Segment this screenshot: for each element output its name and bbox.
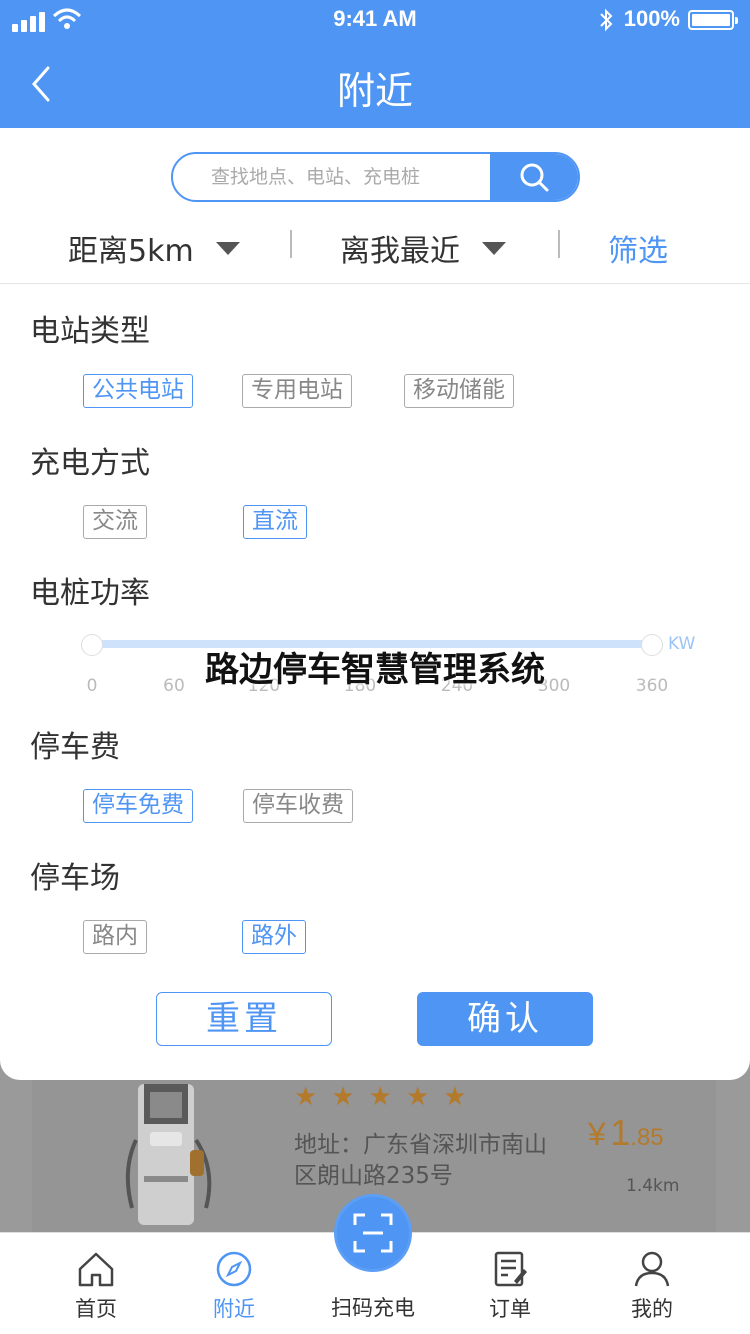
- price-decimal: .85: [630, 1124, 664, 1151]
- battery-icon: [688, 10, 738, 30]
- divider: [290, 230, 292, 258]
- caret-down-icon: [215, 241, 240, 255]
- search-input[interactable]: 查找地点、电站、充电桩: [173, 154, 492, 200]
- station-price: ¥ 1.85: [588, 1112, 664, 1154]
- tab-home[interactable]: 首页: [41, 1233, 151, 1334]
- chip-public-station[interactable]: 公共电站: [83, 374, 193, 408]
- tab-orders[interactable]: 订单: [455, 1233, 565, 1334]
- filter-button[interactable]: 筛选: [608, 226, 668, 270]
- tab-home-label: 首页: [75, 1297, 117, 1321]
- tab-nearby-label: 附近: [213, 1297, 255, 1321]
- star-icon: ★: [294, 1082, 318, 1112]
- parking-lot-title: 停车场: [30, 861, 120, 896]
- chip-paid-parking[interactable]: 停车收费: [243, 789, 353, 823]
- star-icon: ★: [405, 1082, 430, 1112]
- parking-fee-title: 停车费: [30, 730, 120, 765]
- rating-stars: ★ ★ ★ ★ ★: [294, 1082, 467, 1112]
- charge-mode-title: 充电方式: [30, 446, 150, 481]
- star-icon: ★: [443, 1082, 467, 1112]
- scan-icon: [353, 1213, 393, 1253]
- tab-nearby[interactable]: 附近: [179, 1233, 289, 1334]
- station-distance: 1.4km: [626, 1176, 680, 1196]
- tab-mine[interactable]: 我的: [597, 1233, 707, 1334]
- watermark-text: 路边停车智慧管理系统: [205, 650, 545, 690]
- charger-image: [125, 1084, 212, 1225]
- tab-orders-label: 订单: [489, 1297, 531, 1321]
- order-label: 离我最近: [340, 234, 460, 269]
- price-currency: ¥: [588, 1116, 606, 1152]
- bluetooth-icon: [600, 8, 613, 32]
- distance-dropdown[interactable]: 距离5km: [68, 226, 240, 270]
- tab-scan-label: 扫码充电: [331, 1296, 415, 1320]
- chip-on-street[interactable]: 路内: [83, 920, 147, 954]
- station-address: 地址：广东省深圳市南山区朗山路235号: [294, 1132, 547, 1189]
- status-bar: 9:41 AM 100%: [0, 0, 750, 40]
- chip-ac[interactable]: 交流: [83, 505, 147, 539]
- star-icon: ★: [331, 1082, 355, 1112]
- reset-button[interactable]: 重置: [156, 992, 332, 1046]
- top-header: 9:41 AM 100% 附近: [0, 0, 750, 128]
- chip-off-street[interactable]: 路外: [242, 920, 306, 954]
- power-title: 电桩功率: [30, 576, 150, 611]
- user-icon: [634, 1251, 670, 1287]
- scan-charge-button[interactable]: [334, 1194, 412, 1272]
- search-bar: 查找地点、电站、充电桩: [171, 152, 580, 202]
- order-dropdown[interactable]: 离我最近: [340, 226, 506, 270]
- price-integer: 1: [610, 1112, 631, 1153]
- compass-icon: [216, 1251, 252, 1287]
- station-type-title: 电站类型: [30, 314, 150, 349]
- battery-percent: 100%: [623, 6, 680, 31]
- order-icon: [494, 1251, 527, 1287]
- chip-mobile-storage[interactable]: 移动储能: [404, 374, 514, 408]
- home-icon: [78, 1252, 114, 1287]
- page-title: 附近: [336, 69, 413, 113]
- chip-dc[interactable]: 直流: [243, 505, 307, 539]
- confirm-button[interactable]: 确认: [417, 992, 593, 1046]
- chip-free-parking[interactable]: 停车免费: [83, 789, 193, 823]
- divider: [558, 230, 560, 258]
- search-button[interactable]: [490, 154, 578, 200]
- tab-mine-label: 我的: [631, 1297, 673, 1321]
- distance-label: 距离5km: [68, 234, 194, 269]
- search-icon: [520, 163, 549, 192]
- search-sort-area: 查找地点、电站、充电桩 距离5km 离我最近 筛选: [0, 128, 750, 284]
- chip-private-station[interactable]: 专用电站: [242, 374, 352, 408]
- caret-down-icon: [482, 241, 506, 255]
- star-icon: ★: [368, 1082, 392, 1112]
